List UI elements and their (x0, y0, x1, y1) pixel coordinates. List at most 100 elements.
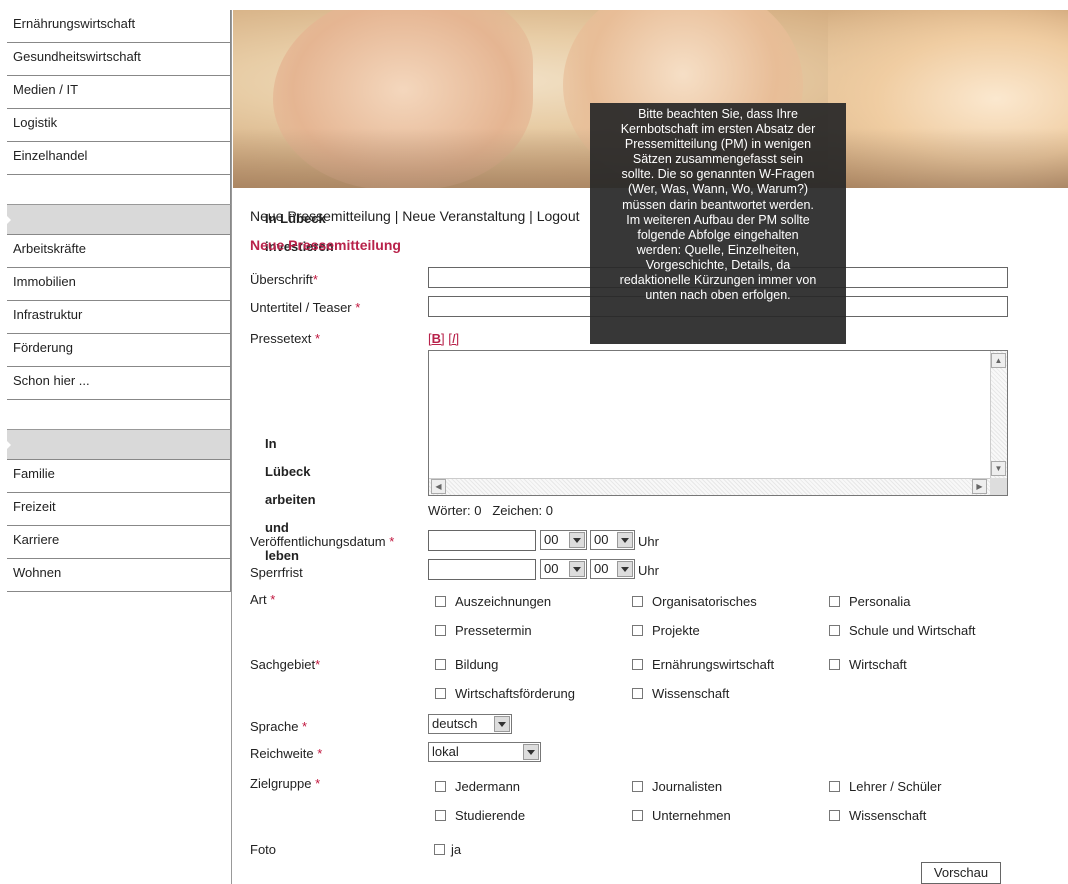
foto-checkbox-ja[interactable]: ja (428, 842, 461, 857)
sachgebiet-checkbox-ernaehrungswirtschaft[interactable]: Ernährungswirtschaft (625, 657, 774, 672)
checkbox-box[interactable] (435, 625, 446, 636)
sidebar-item-logistik[interactable]: Logistik (7, 109, 231, 142)
chevron-down-icon (617, 532, 633, 548)
checkbox-box[interactable] (435, 596, 446, 607)
pubdate-hour-select[interactable]: 00 (540, 530, 587, 550)
chevron-down-icon (569, 561, 585, 577)
sidebar-section-investieren[interactable]: In Lübeck investieren (7, 205, 334, 254)
scroll-down-icon[interactable]: ▼ (991, 461, 1006, 476)
checkbox-box[interactable] (632, 625, 643, 636)
sachgebiet-checkbox-wirtschaft[interactable]: Wirtschaft (822, 657, 907, 672)
zielgruppe-checkbox-journalisten[interactable]: Journalisten (625, 779, 722, 794)
sidebar-item-freizeit[interactable]: Freizeit (7, 493, 231, 526)
subtitle-label: Untertitel / Teaser * (250, 300, 360, 315)
checkbox-box[interactable] (434, 844, 445, 855)
checkbox-box[interactable] (632, 688, 643, 699)
sidebar-item-foerderung[interactable]: Förderung (7, 334, 231, 367)
checkbox-box[interactable] (435, 781, 446, 792)
embargo-input[interactable] (428, 559, 536, 580)
tooltip-line: werden: Quelle, Einzelheiten, (636, 242, 800, 257)
checkbox-box[interactable] (829, 810, 840, 821)
sidebar-item-schon-hier[interactable]: Schon hier ... (7, 367, 231, 400)
embargo-minute-select[interactable]: 00 (590, 559, 635, 579)
checkbox-box[interactable] (632, 781, 643, 792)
horizontal-scrollbar[interactable]: ◀ ▶ (429, 478, 1007, 495)
sprache-select[interactable]: deutsch (428, 714, 512, 734)
zielgruppe-checkbox-unternehmen[interactable]: Unternehmen (625, 808, 731, 823)
nav-new-event[interactable]: Neue Veranstaltung (402, 208, 525, 224)
checkbox-label: Schule und Wirtschaft (849, 623, 976, 638)
sidebar-section-title: In Lübeck arbeiten und leben (265, 436, 316, 563)
pubdate-label: Veröffentlichungsdatum * (250, 534, 394, 549)
checkbox-box[interactable] (829, 659, 840, 670)
zielgruppe-checkbox-jedermann[interactable]: Jedermann (428, 779, 520, 794)
checkbox-box[interactable] (829, 625, 840, 636)
checkbox-box[interactable] (632, 659, 643, 670)
sidebar-item-infrastruktur[interactable]: Infrastruktur (7, 301, 231, 334)
checkbox-box[interactable] (829, 781, 840, 792)
pubdate-input[interactable] (428, 530, 536, 551)
uhr-label: Uhr (638, 534, 659, 549)
sidebar: Ernährungswirtschaft Gesundheitswirtscha… (7, 10, 334, 884)
italic-button[interactable]: [I] (448, 331, 459, 346)
checkbox-box[interactable] (829, 596, 840, 607)
vertical-scrollbar[interactable]: ▲ ▼ (990, 351, 1007, 478)
sachgebiet-checkbox-wirtschaftsfoerderung[interactable]: Wirtschaftsförderung (428, 686, 575, 701)
sachgebiet-label: Sachgebiet* (250, 657, 320, 672)
sidebar-spacer (7, 175, 231, 205)
bold-button[interactable]: [B] (428, 331, 445, 346)
subtitle-label-text: Untertitel / Teaser (250, 300, 352, 315)
sachgebiet-checkbox-wissenschaft[interactable]: Wissenschaft (625, 686, 729, 701)
help-tooltip: Bitte beachten Sie, dass Ihre Kernbotsch… (590, 103, 846, 344)
zielgruppe-checkbox-wissenschaft[interactable]: Wissenschaft (822, 808, 926, 823)
sidebar-item-immobilien[interactable]: Immobilien (7, 268, 231, 301)
checkbox-label: Wirtschaft (849, 657, 907, 672)
reichweite-label: Reichweite * (250, 746, 322, 761)
checkbox-box[interactable] (435, 659, 446, 670)
pubdate-minute-select[interactable]: 00 (590, 530, 635, 550)
checkbox-label: Wissenschaft (652, 686, 730, 701)
tooltip-line: redaktionelle Kürzungen immer von (619, 273, 817, 288)
nav-logout[interactable]: Logout (537, 208, 580, 224)
scroll-up-icon[interactable]: ▲ (991, 353, 1006, 368)
zielgruppe-checkbox-lehrer-schueler[interactable]: Lehrer / Schüler (822, 779, 942, 794)
art-checkbox-pressetermin[interactable]: Pressetermin (428, 623, 532, 638)
art-checkbox-organisatorisches[interactable]: Organisatorisches (625, 594, 757, 609)
sidebar-item-medien-it[interactable]: Medien / IT (7, 76, 231, 109)
required-marker: * (389, 534, 395, 549)
checkbox-box[interactable] (435, 688, 446, 699)
checkbox-box[interactable] (435, 810, 446, 821)
sidebar-item-gesundheitswirtschaft[interactable]: Gesundheitswirtschaft (7, 43, 231, 76)
chevron-down-icon (569, 532, 585, 548)
checkbox-box[interactable] (632, 596, 643, 607)
embargo-hour-select[interactable]: 00 (540, 559, 587, 579)
zielgruppe-checkbox-studierende[interactable]: Studierende (428, 808, 525, 823)
tooltip-line: (Wer, Was, Wann, Wo, Warum?) (627, 182, 809, 197)
sidebar-item-wohnen[interactable]: Wohnen (7, 559, 231, 592)
art-checkbox-schule-wirtschaft[interactable]: Schule und Wirtschaft (822, 623, 975, 638)
art-checkbox-projekte[interactable]: Projekte (625, 623, 700, 638)
minute-value: 00 (594, 532, 609, 547)
tooltip-line: Vorgeschichte, Details, da (645, 257, 791, 272)
presstext-textarea[interactable]: ▲ ▼ ◀ ▶ (428, 350, 1008, 496)
sidebar-item-familie[interactable]: Familie (7, 460, 231, 493)
reichweite-select[interactable]: lokal (428, 742, 541, 762)
required-marker: * (312, 272, 318, 287)
required-marker: * (315, 331, 321, 346)
sidebar-item-einzelhandel[interactable]: Einzelhandel (7, 142, 231, 175)
sidebar-item-ernaehrungswirtschaft[interactable]: Ernährungswirtschaft (7, 10, 231, 43)
art-checkbox-personalia[interactable]: Personalia (822, 594, 910, 609)
chevron-down-icon (494, 716, 510, 732)
checkbox-label: Studierende (455, 808, 526, 823)
scroll-right-icon[interactable]: ▶ (972, 479, 987, 494)
preview-button[interactable]: Vorschau (921, 862, 1001, 884)
sidebar-item-arbeitskraefte[interactable]: Arbeitskräfte (7, 235, 231, 268)
sachgebiet-checkbox-bildung[interactable]: Bildung (428, 657, 498, 672)
sidebar-section-arbeiten-leben[interactable]: In Lübeck arbeiten und leben (7, 430, 316, 563)
art-checkbox-auszeichnungen[interactable]: Auszeichnungen (428, 594, 551, 609)
sidebar-item-karriere[interactable]: Karriere (7, 526, 231, 559)
checkbox-box[interactable] (632, 810, 643, 821)
nav-new-press-release[interactable]: Neue Pressemitteilung (250, 208, 391, 224)
pubdate-label-text: Veröffentlichungsdatum (250, 534, 386, 549)
scroll-left-icon[interactable]: ◀ (431, 479, 446, 494)
